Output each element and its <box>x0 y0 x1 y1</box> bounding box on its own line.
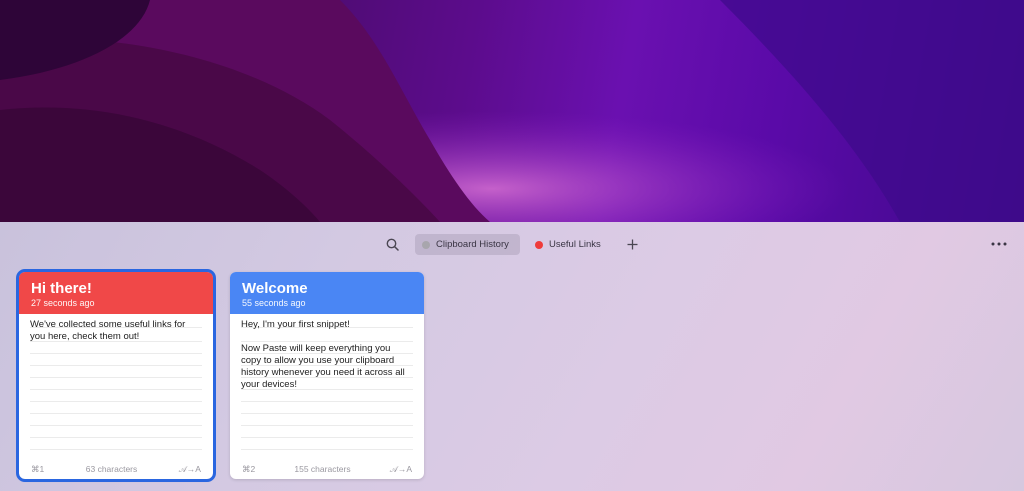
desktop-wallpaper <box>0 0 1024 222</box>
card-header: Hi there! 27 seconds ago <box>19 272 213 314</box>
card-text: We've collected some useful links for yo… <box>30 319 186 342</box>
pinboard-label: Clipboard History <box>436 239 509 250</box>
card-content: We've collected some useful links for yo… <box>19 314 213 460</box>
pinboard-tab-clipboard-history[interactable]: Clipboard History <box>415 234 520 255</box>
pinboard-label: Useful Links <box>549 239 601 250</box>
card-timestamp: 55 seconds ago <box>242 298 306 308</box>
search-icon <box>386 238 399 251</box>
pinboard-color-dot <box>535 240 543 249</box>
card-content: Hey, I'm your first snippet! Now Paste w… <box>230 314 424 460</box>
text-type-icon: 𝒜→A <box>389 463 412 474</box>
card-text: Hey, I'm your first snippet! Now Paste w… <box>241 319 405 390</box>
card-character-count: 155 characters <box>294 464 351 474</box>
card-footer: ⌘2 155 characters 𝒜→A <box>230 459 424 479</box>
plus-icon <box>627 239 637 249</box>
text-type-icon: 𝒜→A <box>178 463 201 474</box>
more-options-button[interactable] <box>986 234 1012 254</box>
card-shortcut: ⌘2 <box>242 463 256 474</box>
pinboard-color-dot <box>422 240 430 249</box>
card-footer: ⌘1 63 characters 𝒜→A <box>19 459 213 479</box>
card-timestamp: 27 seconds ago <box>31 298 95 308</box>
card-title: Hi there! <box>31 280 92 297</box>
card-title: Welcome <box>242 280 308 297</box>
card-shortcut: ⌘1 <box>31 463 45 474</box>
clipboard-card[interactable]: Welcome 55 seconds ago Hey, I'm your fir… <box>230 272 424 479</box>
card-character-count: 63 characters <box>85 464 138 474</box>
ellipsis-icon <box>991 242 1007 246</box>
pinboard-toolbar: Clipboard History Useful Links <box>0 222 1024 266</box>
add-pinboard-button[interactable] <box>623 234 641 254</box>
search-button[interactable] <box>382 234 402 254</box>
pinboard-tab-useful-links[interactable]: Useful Links <box>528 234 610 255</box>
clipboard-card[interactable]: Hi there! 27 seconds ago We've collected… <box>16 269 216 482</box>
card-header: Welcome 55 seconds ago <box>230 272 424 314</box>
